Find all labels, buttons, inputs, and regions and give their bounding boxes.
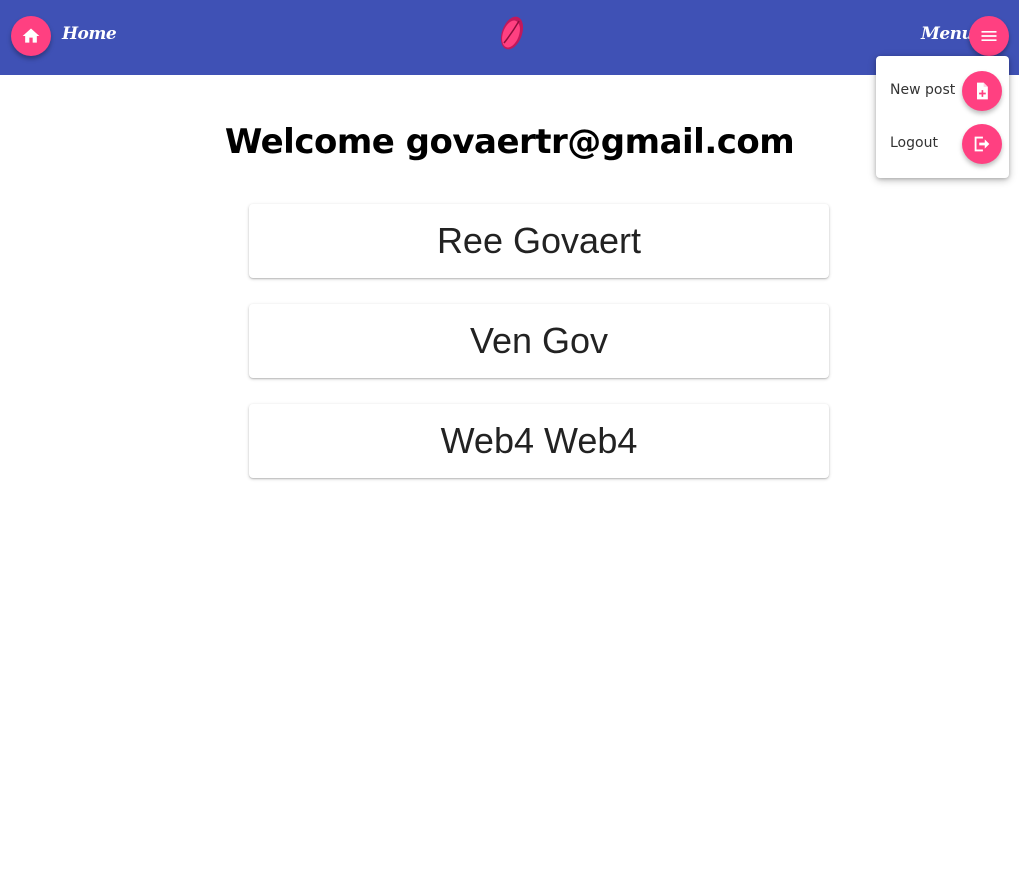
hamburger-menu-icon	[981, 31, 997, 41]
new-document-icon	[977, 82, 988, 100]
page-title: Welcome govaertr@gmail.com	[224, 122, 795, 162]
menu-button[interactable]	[969, 16, 1009, 56]
home-button[interactable]	[11, 16, 51, 56]
logo-icon	[500, 16, 524, 50]
home-icon	[22, 28, 40, 43]
menu-link[interactable]: Menu	[921, 24, 974, 44]
menu-item-label: New post	[890, 82, 956, 98]
app-bar: Home Menu	[0, 0, 1019, 75]
home-link[interactable]: Home	[62, 24, 117, 44]
menu-item-new-post[interactable]: New post	[876, 66, 1009, 116]
user-card[interactable]: Web4 Web4	[249, 404, 829, 478]
user-card[interactable]: Ree Govaert	[249, 204, 829, 278]
new-post-button[interactable]	[962, 71, 1002, 111]
user-card[interactable]: Ven Gov	[249, 304, 829, 378]
